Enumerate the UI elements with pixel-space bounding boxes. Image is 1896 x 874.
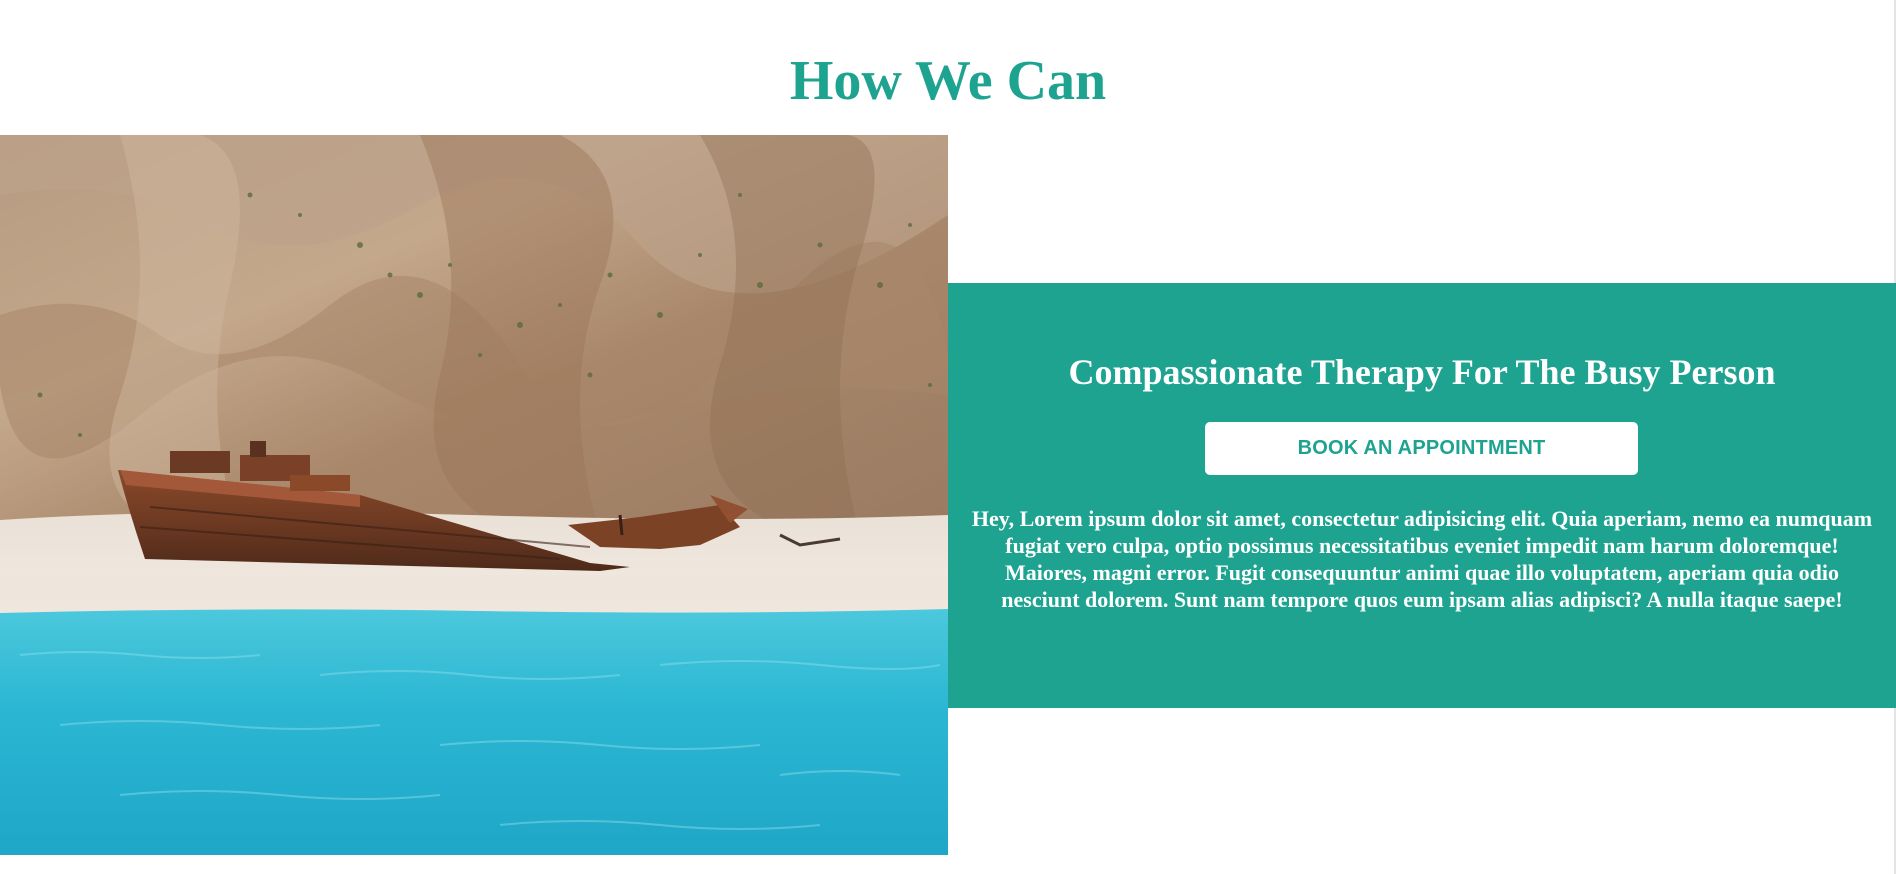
hero-image — [0, 135, 948, 855]
book-appointment-button[interactable]: BOOK AN APPOINTMENT — [1205, 422, 1638, 475]
sea-shape — [0, 609, 948, 855]
section-title: How We Can — [789, 50, 1107, 112]
panel-title: Compassionate Therapy For The Busy Perso… — [1068, 352, 1776, 392]
info-panel: Compassionate Therapy For The Busy Perso… — [948, 283, 1896, 708]
panel-description: Hey, Lorem ipsum dolor sit amet, consect… — [971, 506, 1873, 612]
page: How We Can Compassionate Therapy For The… — [0, 0, 1896, 874]
